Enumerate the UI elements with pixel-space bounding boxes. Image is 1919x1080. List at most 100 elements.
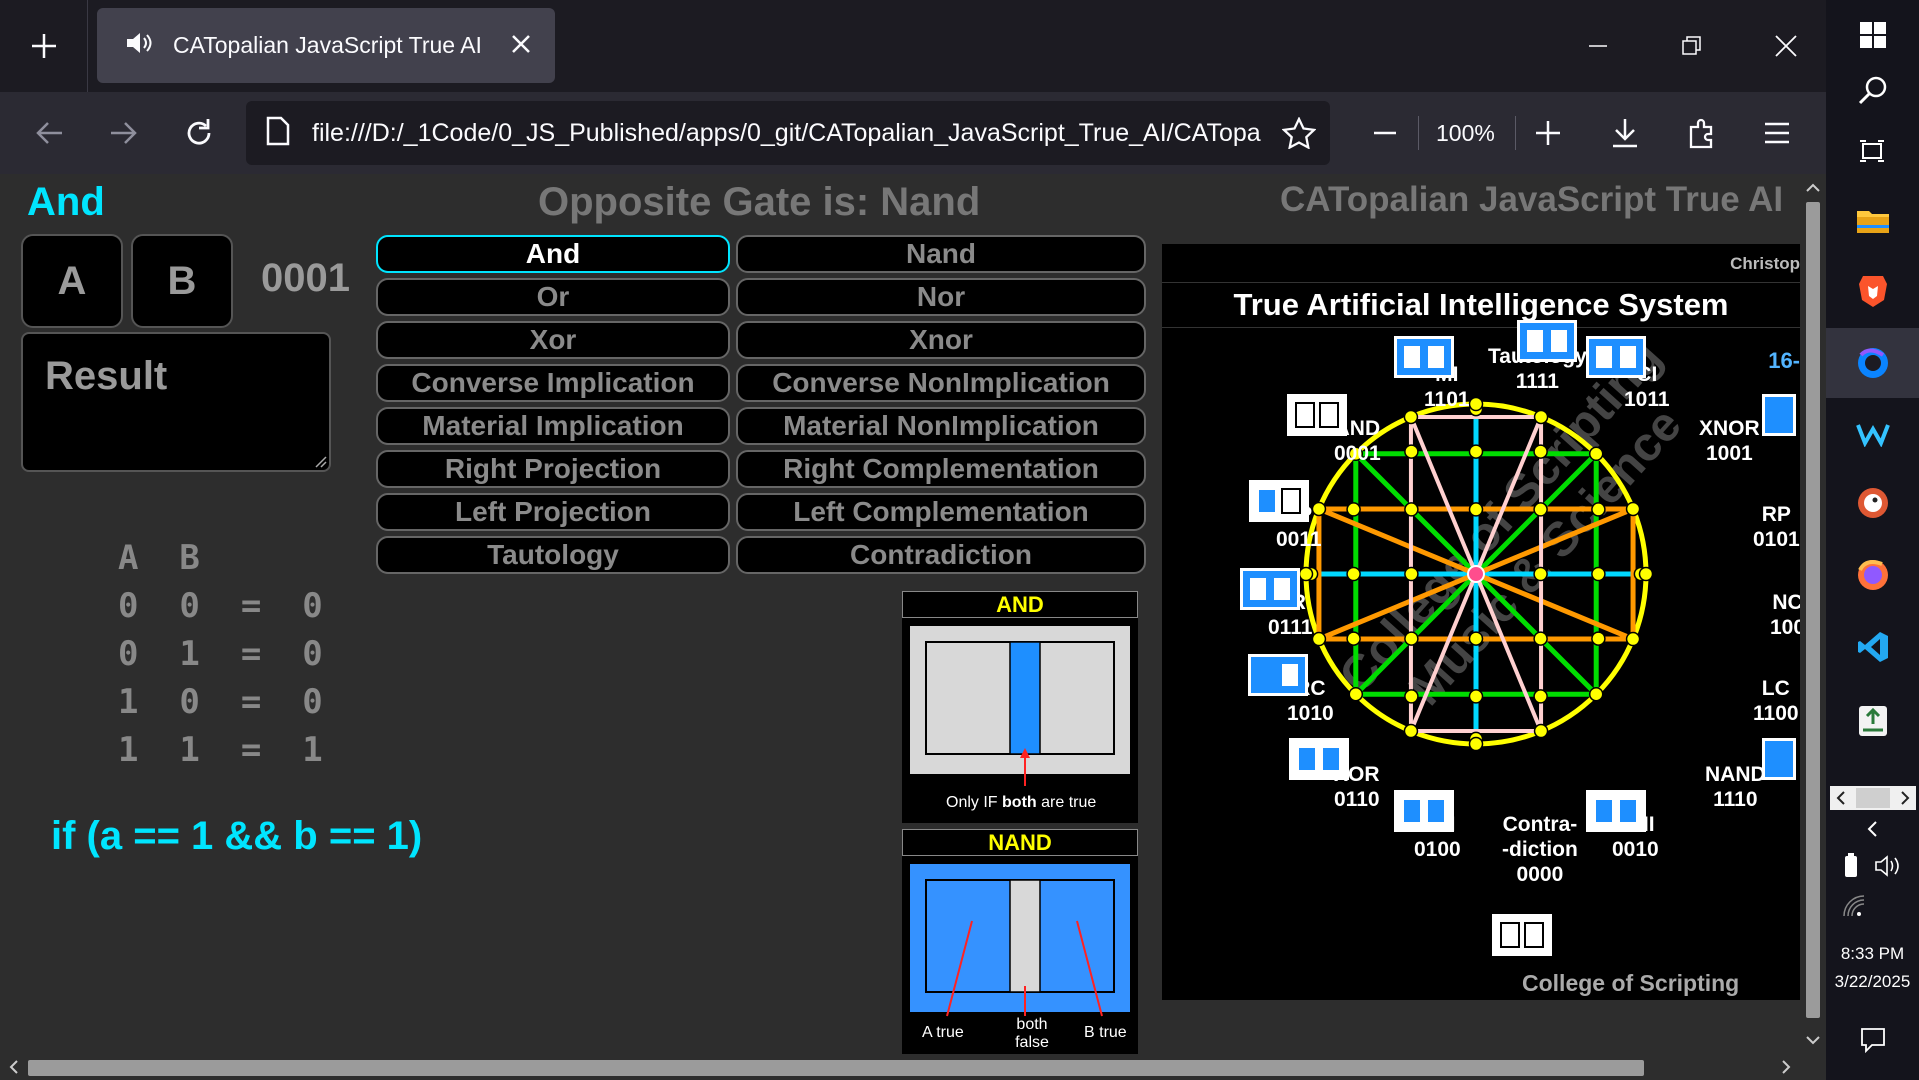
tab-title: CATopalian JavaScript True AI [173,32,482,58]
node-dot [1346,631,1361,646]
gate-button-material-nonimplication[interactable]: Material NonImplication [736,407,1146,445]
page-content: And Opposite Gate is: Nand CATopalian Ja… [0,174,1800,1054]
chevron-left-icon [1867,821,1877,837]
menu-button[interactable] [1747,92,1807,174]
input-b-button[interactable]: B [131,234,233,328]
bookmark-star-icon[interactable] [1281,116,1317,154]
scroll-right-icon[interactable] [1776,1054,1796,1080]
brave-browser-button[interactable] [1826,256,1919,326]
close-window-button[interactable] [1738,0,1834,92]
node-dot [1533,631,1548,646]
task-view-button[interactable] [1826,116,1919,186]
result-textarea[interactable]: Result [21,332,331,472]
gate-button-or[interactable]: Or [376,278,730,316]
tray-status-icons[interactable] [1826,846,1919,886]
zoom-level[interactable]: 100% [1436,92,1495,174]
node-dot [1588,446,1604,462]
reload-button[interactable] [169,92,229,174]
close-tab-icon[interactable] [507,30,535,64]
and-caption: Only IF both are true [946,794,1097,811]
plus-icon [31,34,56,58]
windows-logo-icon [1859,22,1886,48]
mini-gate-icon-and [1287,394,1347,436]
node-dot [1468,396,1484,412]
clock-time[interactable]: 8:33 PM [1826,944,1919,964]
notification-icon [1860,1028,1885,1053]
plus-icon [1536,121,1560,145]
firefox-developer-icon [1857,348,1888,378]
notifications-button[interactable] [1826,1010,1919,1070]
tray-scroll[interactable] [1830,786,1916,810]
gate-button-right-complementation[interactable]: Right Complementation [736,450,1146,488]
horizontal-scroll-thumb[interactable] [28,1060,1644,1076]
gate-button-material-implication[interactable]: Material Implication [376,407,730,445]
mini-gate-icon-xor [1289,738,1349,780]
horizontal-scrollbar[interactable] [0,1054,1800,1080]
gate-button-xnor[interactable]: Xnor [736,321,1146,359]
minimize-button[interactable] [1550,0,1646,92]
firefox-button[interactable] [1826,540,1919,610]
forward-button[interactable] [94,92,154,174]
node-label-nor: NC 100 [1770,591,1800,639]
clock-date[interactable]: 3/22/2025 [1826,972,1919,992]
app-icon [1858,706,1887,736]
file-explorer-button[interactable] [1826,186,1919,256]
node-label-nand: NAND 1110 [1705,763,1766,811]
mini-gate-icon-xnor [1762,394,1796,436]
extensions-button[interactable] [1672,92,1732,174]
node-dot [1625,501,1641,517]
task-view-icon [1859,140,1884,162]
code-expression: if (a == 1 && b == 1) [51,814,423,858]
vertical-scroll-thumb[interactable] [1806,202,1820,1018]
gate-button-contradiction[interactable]: Contradiction [736,536,1146,574]
windsurf-button[interactable] [1826,398,1919,468]
logic-wheel-graphic: College of Scripting Music & Science [1298,331,1692,752]
gate-button-converse-implication[interactable]: Converse Implication [376,364,730,402]
restore-button[interactable] [1644,0,1740,92]
duckduckgo-button[interactable] [1826,468,1919,538]
restore-icon [1682,36,1701,55]
downloads-button[interactable] [1595,92,1655,174]
scroll-down-icon[interactable] [1800,1030,1826,1050]
nand-caption-both: both false [1015,1016,1049,1051]
node-dot [1588,686,1604,702]
opposite-gate-label: Opposite Gate is: Nand [538,180,981,224]
zoom-in-button[interactable] [1518,92,1578,174]
gate-button-left-projection[interactable]: Left Projection [376,493,730,531]
zoom-out-button[interactable] [1355,92,1415,174]
tray-scroll-arrows-icon[interactable] [1830,786,1916,810]
node-dot [1591,566,1606,582]
url-text[interactable]: file:///D:/_1Code/0_JS_Published/apps/0_… [312,119,1262,148]
gate-button-nor[interactable]: Nor [736,278,1146,316]
mini-gate-icon-or [1240,568,1300,610]
vscode-button[interactable] [1826,612,1919,682]
scroll-left-icon[interactable] [4,1054,24,1080]
network-button[interactable] [1826,888,1919,924]
center-dot [1467,565,1485,583]
nand-caption-b: B true [1084,1024,1127,1041]
tab-active[interactable]: CATopalian JavaScript True AI [97,8,555,83]
gate-button-and[interactable]: And [376,235,730,273]
scroll-up-icon[interactable] [1800,178,1826,198]
input-a-button[interactable]: A [21,234,123,328]
node-dot [1468,736,1484,752]
new-tab-button[interactable] [0,0,88,92]
gate-button-tautology[interactable]: Tautology [376,536,730,574]
nand-card-title: NAND [902,829,1138,856]
address-bar[interactable]: file:///D:/_1Code/0_JS_Published/apps/0_… [246,101,1330,165]
gate-button-left-complementation[interactable]: Left Complementation [736,493,1146,531]
firefox-dev-button[interactable] [1826,328,1919,398]
gate-button-xor[interactable]: Xor [376,321,730,359]
back-button[interactable] [19,92,79,174]
gate-button-nand[interactable]: Nand [736,235,1146,273]
vertical-scrollbar[interactable] [1800,174,1826,1054]
tray-expand-button[interactable] [1826,812,1919,846]
speaker-icon[interactable] [125,31,153,61]
pinned-app-button[interactable] [1826,686,1919,756]
gate-button-right-projection[interactable]: Right Projection [376,450,730,488]
node-label-lc: LC 1100 [1753,677,1799,725]
true-ai-diagram: College of Scripting Music & Science Chr… [1162,244,1800,1000]
nand-caption-a: A true [922,1024,964,1041]
gate-button-converse-nonimplication[interactable]: Converse NonImplication [736,364,1146,402]
resize-grip-icon[interactable] [311,452,327,468]
